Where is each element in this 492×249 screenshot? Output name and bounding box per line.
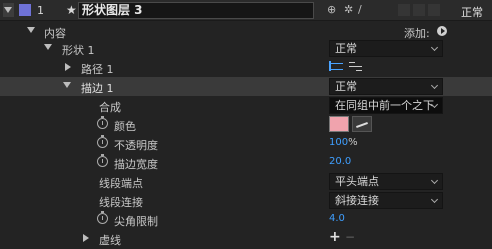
stopwatch-icon[interactable] (97, 211, 108, 224)
layer-header-row[interactable]: 1 ★ 形状图层 3 ⊕ ✲ / 正常 (0, 0, 492, 21)
opacity-value[interactable]: 100% (329, 137, 358, 148)
color-label: 颜色 (114, 120, 136, 133)
miter-limit-value[interactable]: 4.0 (329, 213, 345, 224)
line-cap-row[interactable]: 线段端点 平头端点 (0, 172, 492, 191)
opacity-number: 100 (329, 137, 349, 148)
opacity-row[interactable]: 不透明度 100% (0, 134, 492, 153)
path-label: 路径 1 (81, 63, 114, 76)
stopwatch-icon[interactable] (97, 135, 108, 148)
chevron-down-icon (430, 195, 439, 204)
shy-icon[interactable]: ⊕ (327, 3, 336, 16)
stroke-label: 描边 1 (81, 82, 114, 95)
line-cap-label: 线段端点 (99, 177, 143, 190)
composite-label: 合成 (99, 101, 121, 114)
stopwatch-icon[interactable] (97, 116, 108, 129)
switch-box-1[interactable] (398, 4, 410, 16)
line-join-value: 斜接连接 (335, 194, 379, 207)
quality-icon[interactable]: / (358, 3, 362, 16)
shape-group-row[interactable]: 形状 1 正常 (0, 39, 492, 58)
color-row[interactable]: 颜色 (0, 115, 492, 134)
shape-blend-value: 正常 (335, 42, 357, 55)
path-row[interactable]: 路径 1 (0, 58, 492, 77)
collapse-arrow-icon[interactable] (3, 3, 14, 17)
stroke-width-value[interactable]: 20.0 (329, 156, 351, 167)
line-join-label: 线段连接 (99, 196, 143, 209)
opacity-unit: % (348, 137, 358, 148)
line-join-row[interactable]: 线段连接 斜接连接 (0, 191, 492, 210)
path-reverse-icon[interactable] (348, 61, 364, 73)
label-color-swatch[interactable] (19, 4, 31, 16)
composite-row[interactable]: 合成 在同组中前一个之下 (0, 96, 492, 115)
effects-icon[interactable]: ✲ (344, 3, 353, 16)
layer-blend-mode[interactable]: 正常 (461, 4, 483, 20)
remove-dash-button[interactable]: − (345, 230, 355, 244)
chevron-down-icon (430, 81, 439, 90)
chevron-down-icon (430, 176, 439, 185)
stroke-blend-dropdown[interactable]: 正常 (329, 78, 443, 95)
color-swatch[interactable] (329, 116, 349, 132)
dashes-label: 虚线 (99, 234, 121, 247)
switch-box-3[interactable] (428, 4, 440, 16)
line-cap-dropdown[interactable]: 平头端点 (329, 173, 443, 190)
star-icon: ★ (66, 3, 77, 17)
line-cap-value: 平头端点 (335, 175, 379, 188)
stroke-width-label: 描边宽度 (114, 158, 158, 171)
miter-limit-row[interactable]: 尖角限制 4.0 (0, 210, 492, 229)
line-join-dropdown[interactable]: 斜接连接 (329, 192, 443, 209)
opacity-label: 不透明度 (114, 139, 158, 152)
miter-limit-label: 尖角限制 (114, 215, 158, 228)
shape-blend-dropdown[interactable]: 正常 (329, 40, 443, 57)
path-direction-icon[interactable] (329, 61, 345, 73)
chevron-down-icon (430, 43, 439, 52)
stroke-row[interactable]: 描边 1 正常 (0, 77, 492, 96)
shape-group-label: 形状 1 (62, 44, 95, 57)
switch-box-2[interactable] (413, 4, 425, 16)
layer-number: 1 (37, 4, 44, 17)
stopwatch-icon[interactable] (97, 154, 108, 167)
stroke-width-row[interactable]: 描边宽度 20.0 (0, 153, 492, 172)
add-dash-button[interactable]: + (329, 229, 341, 245)
eyedropper-icon[interactable] (352, 116, 372, 132)
add-menu-icon[interactable] (437, 26, 447, 36)
layer-name-field[interactable]: 形状图层 3 (78, 2, 314, 19)
composite-dropdown[interactable]: 在同组中前一个之下 (329, 97, 443, 114)
stroke-blend-value: 正常 (335, 80, 357, 93)
composite-value: 在同组中前一个之下 (335, 99, 434, 112)
dashes-row[interactable]: 虚线 + − (0, 229, 492, 248)
